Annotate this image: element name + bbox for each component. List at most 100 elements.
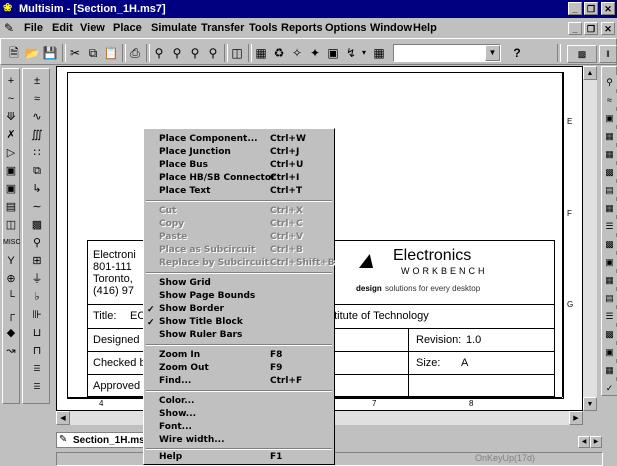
menu-help[interactable]: Help (413, 22, 437, 34)
menu-replace-by-subcircuit[interactable]: Replace by Subcircuit (159, 258, 269, 268)
virtual-extra-icon[interactable]: ☰ (29, 379, 45, 395)
menu-show[interactable]: Show... (159, 409, 196, 419)
instrument-icon[interactable]: ▩ (567, 45, 597, 63)
minimize-button[interactable]: _ (568, 2, 582, 15)
diodes-icon[interactable]: ⟱ (3, 109, 19, 125)
basic-icon[interactable]: ~ (3, 91, 19, 107)
logic-analyzer-icon[interactable]: ☰ (602, 219, 617, 233)
scroll-left-icon[interactable]: ◀ (56, 411, 70, 425)
maximize-button[interactable]: ❐ (584, 2, 598, 15)
database-icon[interactable]: ♻ (271, 45, 287, 61)
zoom-in-icon[interactable]: ⚲ (151, 45, 167, 61)
virtual-rated-icon[interactable]: ∼ (29, 199, 45, 215)
scroll-up-icon[interactable]: ▲ (583, 66, 597, 80)
virtual-resistor-icon[interactable]: ⊓ (29, 343, 45, 359)
function-generator-icon[interactable]: ≈ (602, 93, 617, 107)
virtual-measurement-icon[interactable]: ↳ (29, 181, 45, 197)
menu-paste[interactable]: Paste (159, 232, 187, 242)
misc-digital-icon[interactable]: ▤ (3, 199, 19, 215)
virtual-label-icon[interactable]: ☰ (29, 361, 45, 377)
paste-icon[interactable]: 📋 (103, 45, 119, 61)
indicators-icon[interactable]: MISC (3, 235, 21, 251)
component-icon[interactable]: ◫ (229, 45, 245, 61)
menu-reports[interactable]: Reports (281, 22, 323, 34)
virtual-analog-icon[interactable]: ∷ (29, 145, 45, 161)
menu-window[interactable]: Window (370, 22, 412, 34)
zoom-area-icon[interactable]: ⚲ (187, 45, 203, 61)
spreadsheet-icon[interactable]: ▦ (253, 45, 269, 61)
help-button[interactable]: ? (509, 45, 525, 61)
rf-icon[interactable]: ⊕ (3, 271, 19, 287)
cut-icon[interactable]: ✂ (67, 45, 83, 61)
virtual-inductor-icon[interactable]: ⊔ (29, 325, 45, 341)
menu-show-page-bounds[interactable]: Show Page Bounds (159, 291, 255, 301)
doc-restore-button[interactable]: ❐ (584, 22, 598, 35)
new-file-icon[interactable]: 🗎 (6, 45, 22, 61)
virtual-source-icon[interactable]: ± (29, 73, 45, 89)
menu-options[interactable]: Options (325, 22, 367, 34)
virtual-ground-icon[interactable]: ⏚ (29, 271, 45, 287)
virtual-cap-icon[interactable]: ⊪ (29, 307, 45, 323)
doc-minimize-button[interactable]: _ (568, 22, 582, 35)
breadboard-icon[interactable]: ▦ (371, 45, 387, 61)
frequency-counter-icon[interactable]: ▤ (602, 183, 617, 197)
virtual-meter-icon[interactable]: ⚲ (29, 235, 45, 251)
vertical-scrollbar[interactable]: ▲ ▼ (583, 66, 597, 411)
measurement-probe-icon[interactable]: ✓ (602, 381, 617, 395)
menu-cut[interactable]: Cut (159, 206, 176, 216)
menu-show-border[interactable]: Show Border (159, 304, 224, 314)
menu-zoom-out[interactable]: Zoom Out (159, 363, 209, 373)
word-generator-icon[interactable]: ▦ (602, 201, 617, 215)
window-title-bar[interactable]: ❀ Multisim - [Section_1H.ms7] _ ❐ ✕ (0, 0, 617, 18)
menu-file[interactable]: File (24, 22, 43, 34)
spectrum-analyzer-icon[interactable]: ▤ (602, 291, 617, 305)
menu-help-item[interactable]: Help (159, 452, 182, 462)
menu-place-as-subcircuit[interactable]: Place as Subcircuit (159, 245, 255, 255)
electromechanical-icon[interactable]: └ (3, 289, 19, 305)
sources-icon[interactable]: + (3, 73, 19, 89)
agilent-generator-icon[interactable]: ▩ (602, 327, 617, 341)
menu-find[interactable]: Find... (159, 376, 191, 386)
virtual-basic-icon[interactable]: ≈ (29, 91, 45, 107)
menu-copy[interactable]: Copy (159, 219, 184, 229)
cmos-icon[interactable]: ▣ (3, 181, 19, 197)
menu-place-text[interactable]: Place Text (159, 186, 210, 196)
multimeter-icon[interactable]: ⚲ (602, 75, 617, 89)
scroll-right-icon[interactable]: ▶ (569, 411, 583, 425)
transistors-icon[interactable]: ✗ (3, 127, 19, 143)
virtual-switch-icon[interactable]: ♭ (29, 289, 45, 305)
doc-close-button[interactable]: ✕ (601, 22, 615, 35)
menu-view[interactable]: View (80, 22, 105, 34)
combo-dropdown-button[interactable]: ▼ (485, 45, 500, 61)
menu-tools[interactable]: Tools (249, 22, 278, 34)
menu-place-bus[interactable]: Place Bus (159, 160, 208, 170)
open-folder-icon[interactable]: 📂 (24, 45, 40, 61)
document-icon[interactable]: ✎ (4, 21, 14, 35)
wattmeter-icon[interactable]: ▣ (602, 111, 617, 125)
print-icon[interactable]: ⎙ (127, 45, 143, 61)
copy-icon[interactable]: ⧉ (85, 45, 101, 61)
ladder-icon[interactable]: ┌ (3, 307, 19, 323)
oscilloscope-icon[interactable]: ▦ (602, 129, 617, 143)
menu-transfer[interactable]: Transfer (201, 22, 244, 34)
iv-analyzer-icon[interactable]: ▣ (602, 255, 617, 269)
ttl-icon[interactable]: ▣ (3, 163, 19, 179)
virtual-3d-icon[interactable]: ▩ (29, 217, 45, 233)
tab-next-icon[interactable]: ▶ (590, 436, 602, 448)
save-icon[interactable]: 💾 (42, 45, 58, 61)
menu-place[interactable]: Place (113, 22, 142, 34)
multisim-app-icon[interactable]: ❀ (3, 2, 16, 15)
menu-font[interactable]: Font... (159, 422, 192, 432)
virtual-power-icon[interactable]: ⊞ (29, 253, 45, 269)
four-channel-scope-icon[interactable]: ▦ (602, 147, 617, 161)
logic-converter-icon[interactable]: ▩ (602, 237, 617, 251)
menu-wire-width[interactable]: Wire width... (159, 435, 225, 445)
menu-zoom-in[interactable]: Zoom In (159, 350, 200, 360)
probe-icon[interactable]: ◆ (3, 325, 19, 341)
menu-color[interactable]: Color... (159, 396, 194, 406)
menu-place-component[interactable]: Place Component... (159, 134, 258, 144)
agilent-multimeter-icon[interactable]: ▣ (602, 345, 617, 359)
close-button[interactable]: ✕ (601, 2, 615, 15)
menu-show-grid[interactable]: Show Grid (159, 278, 211, 288)
virtual-diode-icon[interactable]: ∿ (29, 109, 45, 125)
